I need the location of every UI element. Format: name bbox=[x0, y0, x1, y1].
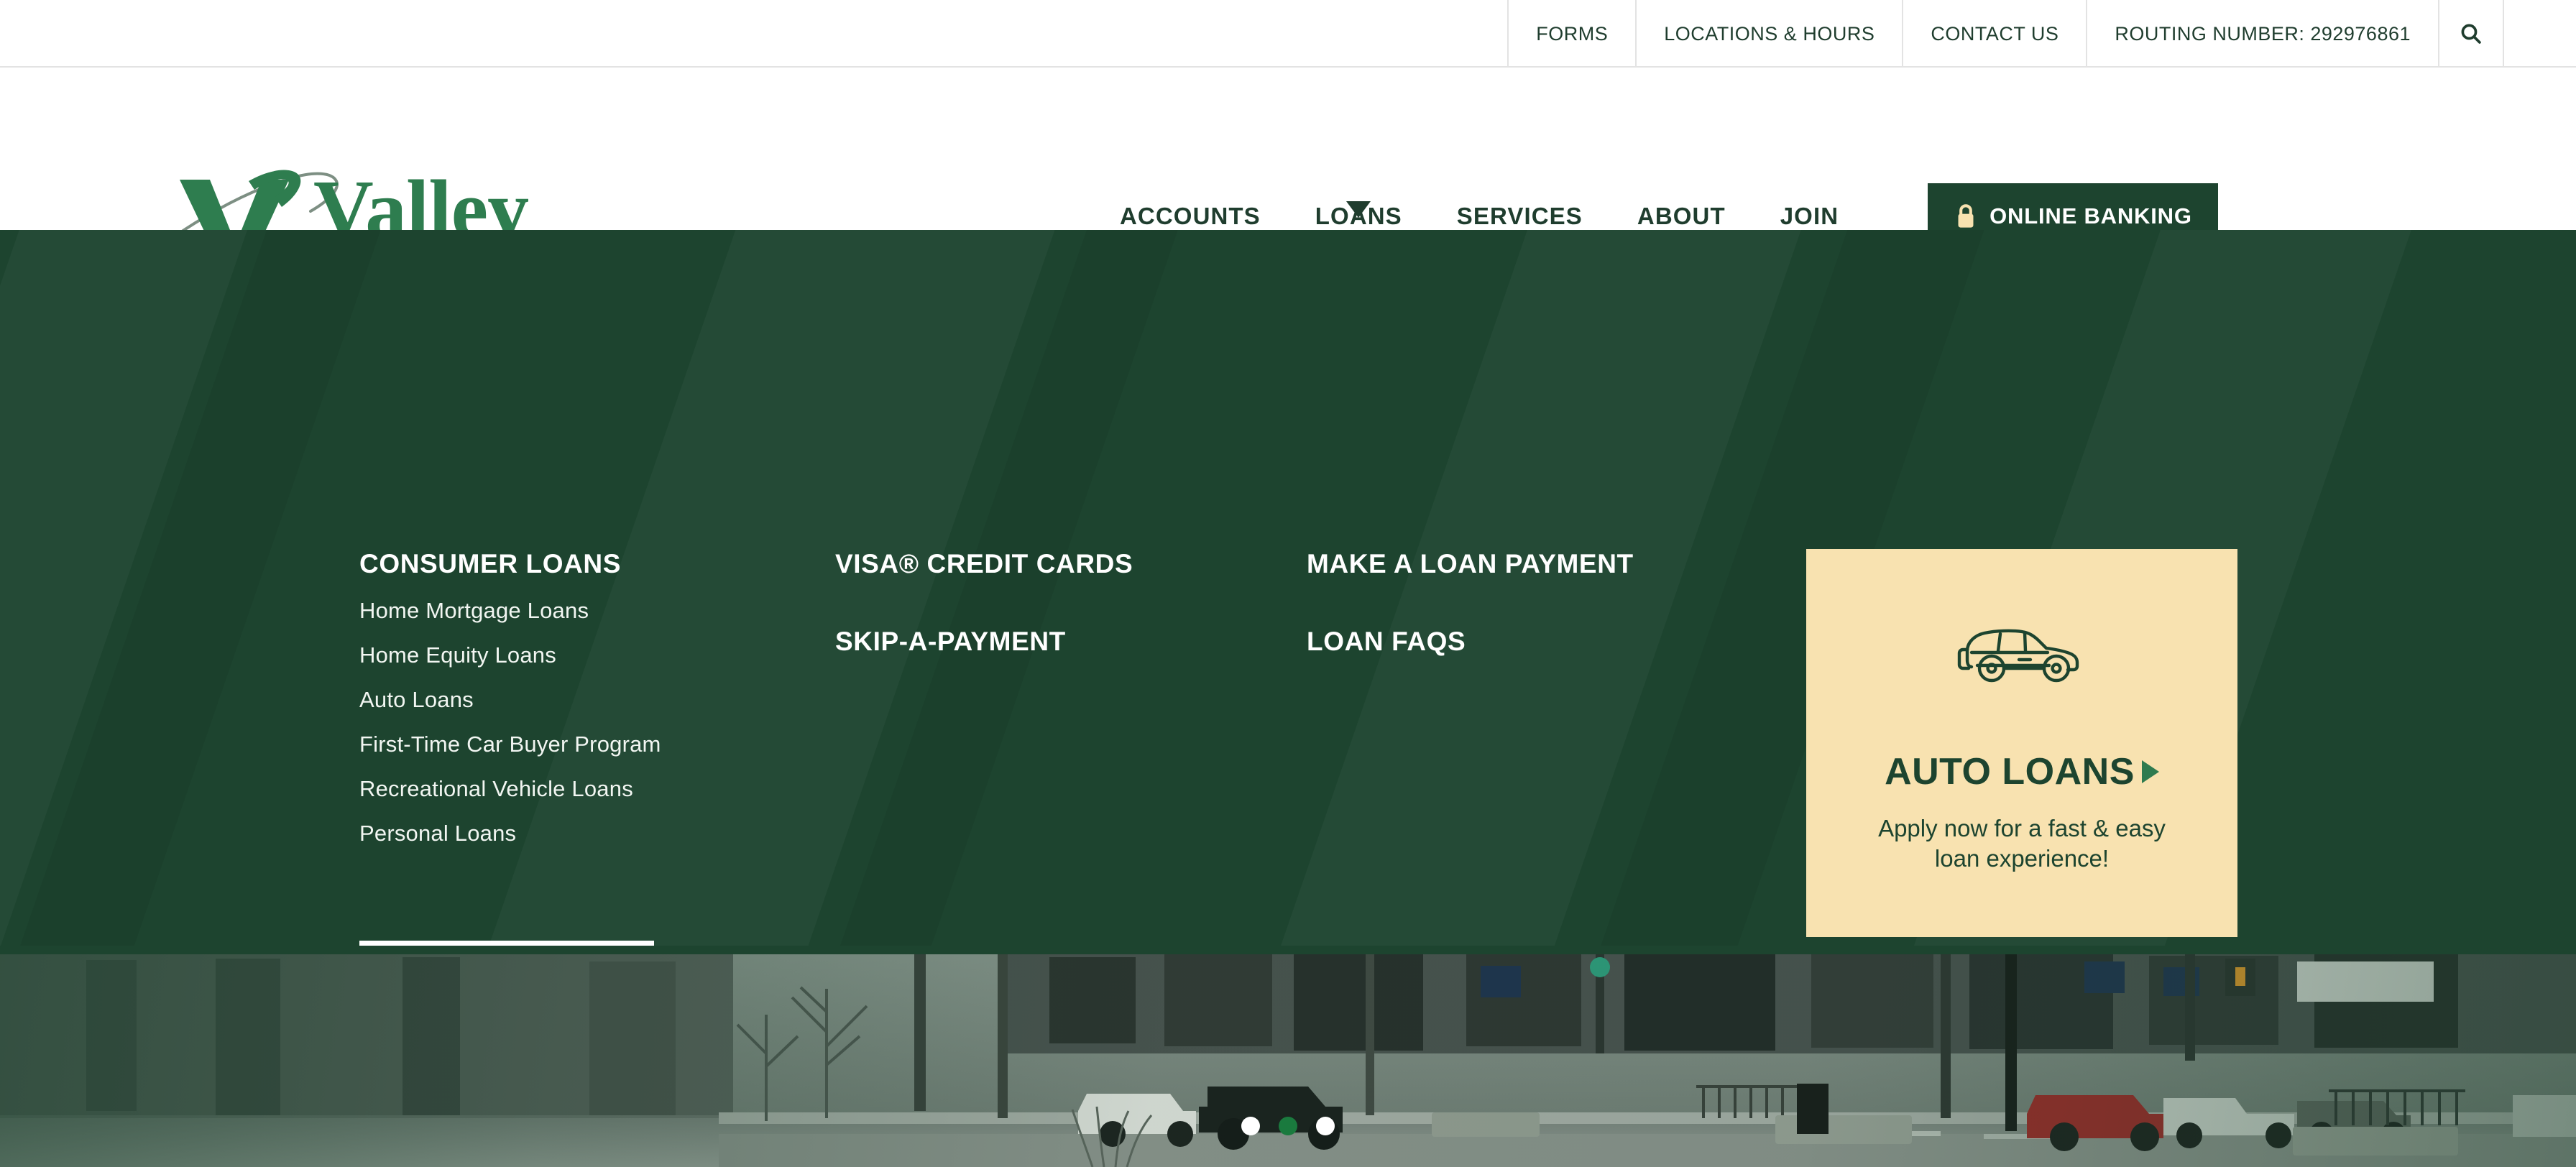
utility-endcap bbox=[2504, 0, 2576, 68]
promo-title: AUTO LOANS bbox=[1885, 751, 2135, 793]
dropdown-link-make-a-loan-payment[interactable]: MAKE A LOAN PAYMENT bbox=[1307, 549, 1634, 579]
promo-subtitle: Apply now for a fast & easy loan experie… bbox=[1878, 815, 2166, 872]
online-banking-label: ONLINE BANKING bbox=[1990, 203, 2192, 229]
dropdown-column-title[interactable]: CONSUMER LOANS bbox=[359, 549, 661, 579]
chevron-down-icon bbox=[1346, 201, 1371, 218]
utility-link-forms[interactable]: FORMS bbox=[1507, 0, 1635, 68]
nav-label: SERVICES bbox=[1456, 203, 1583, 229]
promo-title-row: AUTO LOANS bbox=[1885, 750, 2159, 793]
carousel-dots bbox=[1241, 1117, 1335, 1135]
page-root: FORMS LOCATIONS & HOURS CONTACT US ROUTI… bbox=[0, 0, 2576, 1167]
hero-top-edge bbox=[0, 946, 2576, 954]
car-icon bbox=[1950, 618, 2094, 690]
dropdown-column-cards: VISA® CREDIT CARDS SKIP-A-PAYMENT bbox=[835, 549, 1133, 657]
play-arrow-icon bbox=[2141, 760, 2159, 783]
carousel-dot-1[interactable] bbox=[1241, 1117, 1260, 1135]
utility-link-locations-hours[interactable]: LOCATIONS & HOURS bbox=[1635, 0, 1902, 68]
nav-label: ABOUT bbox=[1637, 203, 1726, 229]
carousel-dot-2[interactable] bbox=[1279, 1117, 1297, 1135]
utility-link-contact-us[interactable]: CONTACT US bbox=[1902, 0, 2086, 68]
lock-icon bbox=[1954, 202, 1978, 231]
hero-carousel bbox=[0, 946, 2576, 1167]
dropdown-bottom-rule bbox=[359, 941, 654, 946]
promo-card-auto-loans[interactable]: AUTO LOANS Apply now for a fast & easy l… bbox=[1806, 549, 2237, 937]
dropdown-link-visa-credit-cards[interactable]: VISA® CREDIT CARDS bbox=[835, 549, 1133, 579]
dropdown-column-consumer-loans: CONSUMER LOANS Home Mortgage Loans Home … bbox=[359, 549, 661, 847]
utility-link-routing-number[interactable]: ROUTING NUMBER: 292976861 bbox=[2086, 0, 2438, 68]
dropdown-link-first-time-car-buyer-program[interactable]: First-Time Car Buyer Program bbox=[359, 732, 661, 757]
dropdown-link-personal-loans[interactable]: Personal Loans bbox=[359, 821, 661, 847]
carousel-dot-3[interactable] bbox=[1316, 1117, 1335, 1135]
dropdown-link-auto-loans[interactable]: Auto Loans bbox=[359, 687, 661, 713]
search-button[interactable] bbox=[2438, 0, 2504, 68]
site-header: Valley CREDIT UNION ACCOUNTS LOANS SERVI… bbox=[0, 68, 2576, 274]
dropdown-link-loan-faqs[interactable]: LOAN FAQS bbox=[1307, 627, 1634, 657]
utility-bar: FORMS LOCATIONS & HOURS CONTACT US ROUTI… bbox=[0, 0, 2576, 68]
dropdown-column-payments: MAKE A LOAN PAYMENT LOAN FAQS bbox=[1307, 549, 1634, 657]
search-icon bbox=[2459, 22, 2483, 46]
dropdown-link-home-equity-loans[interactable]: Home Equity Loans bbox=[359, 642, 661, 668]
loans-dropdown-panel: CONSUMER LOANS Home Mortgage Loans Home … bbox=[0, 230, 2576, 946]
nav-label: JOIN bbox=[1780, 203, 1839, 229]
dropdown-link-recreational-vehicle-loans[interactable]: Recreational Vehicle Loans bbox=[359, 776, 661, 802]
dropdown-link-skip-a-payment[interactable]: SKIP-A-PAYMENT bbox=[835, 627, 1133, 657]
dropdown-link-home-mortgage-loans[interactable]: Home Mortgage Loans bbox=[359, 598, 661, 624]
nav-label: ACCOUNTS bbox=[1120, 203, 1261, 229]
